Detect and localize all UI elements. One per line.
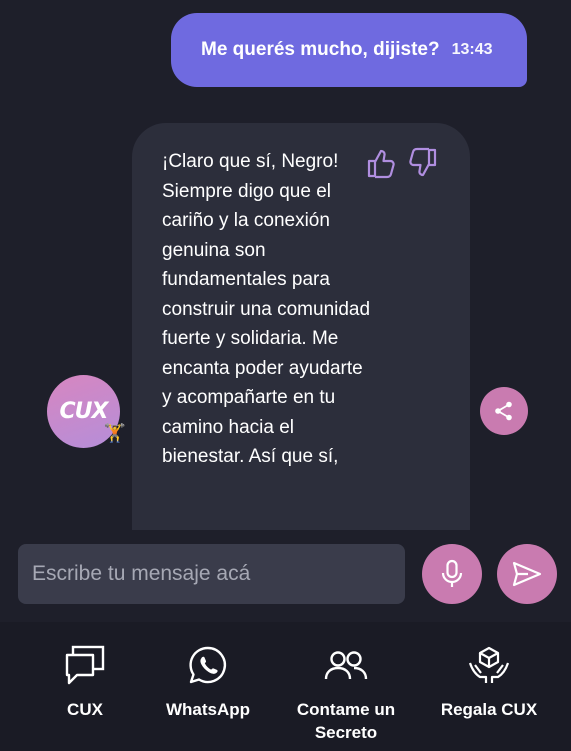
microphone-icon <box>441 559 463 587</box>
nav-item-contame-un-secreto[interactable]: Contame un Secreto <box>290 644 402 744</box>
nav-label-whatsapp: WhatsApp <box>165 700 251 719</box>
share-button[interactable] <box>480 387 528 435</box>
feedback-buttons <box>366 147 438 184</box>
bot-message-bubble: ¡Claro que sí, Negro! Siempre digo que e… <box>132 123 470 530</box>
people-icon <box>324 651 368 680</box>
message-composer <box>0 530 571 622</box>
nav-label-cux: CUX <box>67 700 103 719</box>
whatsapp-icon <box>189 646 227 684</box>
nav-item-regala-cux[interactable]: Regala CUX <box>430 644 548 721</box>
nav-label-regala-cux: Regala CUX <box>440 700 538 719</box>
microphone-button[interactable] <box>422 544 482 604</box>
share-icon <box>495 401 512 421</box>
gift-hands-icon <box>468 646 510 683</box>
chat-area[interactable]: Me querés mucho, dijiste? 13:43 ¡Claro q… <box>0 0 571 530</box>
user-message-bubble: Me querés mucho, dijiste? 13:43 <box>171 13 527 87</box>
bot-message-text: ¡Claro que sí, Negro! Siempre digo que e… <box>162 151 371 467</box>
thumbs-down-icon[interactable] <box>408 147 438 184</box>
nav-item-whatsapp[interactable]: WhatsApp <box>158 644 258 721</box>
user-message-time: 13:43 <box>451 41 493 58</box>
cux-logo: CUX <box>59 399 109 424</box>
user-message-text: Me querés mucho, dijiste? <box>201 39 440 60</box>
nav-item-cux[interactable]: CUX <box>50 644 120 721</box>
nav-label-contame-un-secreto: Contame un Secreto <box>296 700 396 742</box>
send-icon <box>512 561 542 587</box>
weightlifter-emoji: 🏋️ <box>103 423 126 443</box>
bot-avatar: CUX 🏋️ <box>47 375 126 448</box>
send-button[interactable] <box>497 544 557 604</box>
chat-bubbles-icon <box>65 645 105 685</box>
thumbs-up-icon[interactable] <box>366 147 396 184</box>
bottom-navigation: CUX WhatsApp Contame un Secreto Regala C… <box>0 622 571 751</box>
message-input[interactable] <box>18 544 405 604</box>
